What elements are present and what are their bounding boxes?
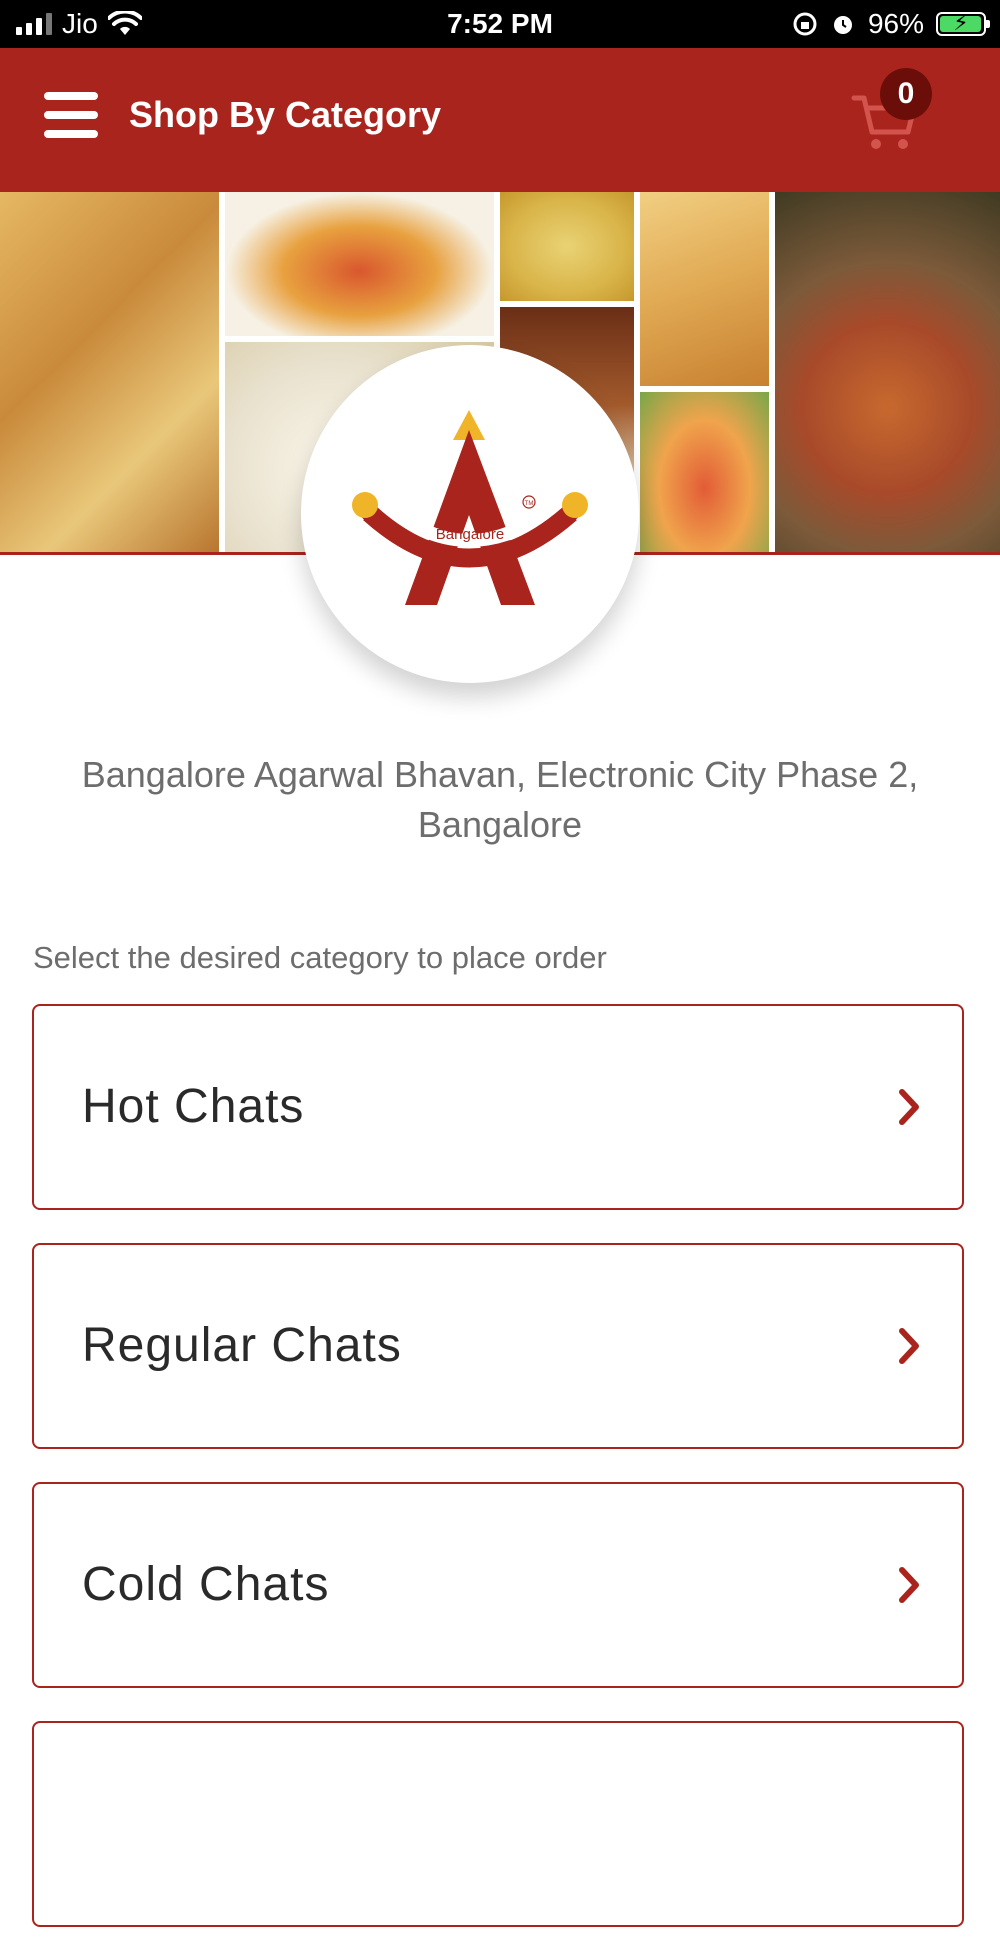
category-card-hot-chats[interactable]: Hot Chats [32, 1004, 964, 1210]
restaurant-name: Bangalore Agarwal Bhavan, Electronic Cit… [81, 754, 919, 845]
logo-trademark: TM [525, 501, 534, 507]
restaurant-logo: Bangalore TM [301, 345, 639, 683]
banner-tile-misal-pav [775, 192, 1000, 552]
battery-icon: ⚡ [936, 10, 990, 36]
agarwal-logo-icon: Bangalore TM [352, 410, 588, 605]
status-right: 96% ⚡ [792, 0, 990, 48]
hamburger-menu-icon[interactable] [44, 92, 98, 138]
category-card-regular-chats[interactable]: Regular Chats [32, 1243, 964, 1449]
category-label: Regular Chats [82, 1319, 402, 1372]
page-title: Shop By Category [129, 94, 442, 135]
instruction-text: Select the desired category to place ord… [33, 940, 607, 975]
category-card-partial[interactable] [32, 1721, 964, 1927]
logo-text: Bangalore [436, 526, 504, 543]
category-list: Hot Chats Regular Chats Cold Chats [32, 1004, 964, 1960]
category-label: Cold Chats [82, 1558, 330, 1611]
cart-count-badge[interactable]: 0 [880, 68, 932, 120]
battery-percent: 96% [867, 8, 924, 39]
category-label: Hot Chats [82, 1080, 305, 1133]
status-bar: Jio 7:52 PM 96% ⚡ [0, 0, 1000, 48]
orientation-lock-icon [793, 12, 817, 36]
category-card-cold-chats[interactable]: Cold Chats [32, 1482, 964, 1688]
chevron-right-icon [899, 1567, 919, 1603]
chevron-right-icon [899, 1328, 919, 1364]
alarm-icon [833, 16, 852, 34]
app-header: Shop By Category 0 [0, 48, 1000, 192]
banner-tile-kachori-chaat [640, 192, 775, 552]
banner-tile-parathas [0, 192, 225, 552]
chevron-right-icon [899, 1089, 919, 1125]
